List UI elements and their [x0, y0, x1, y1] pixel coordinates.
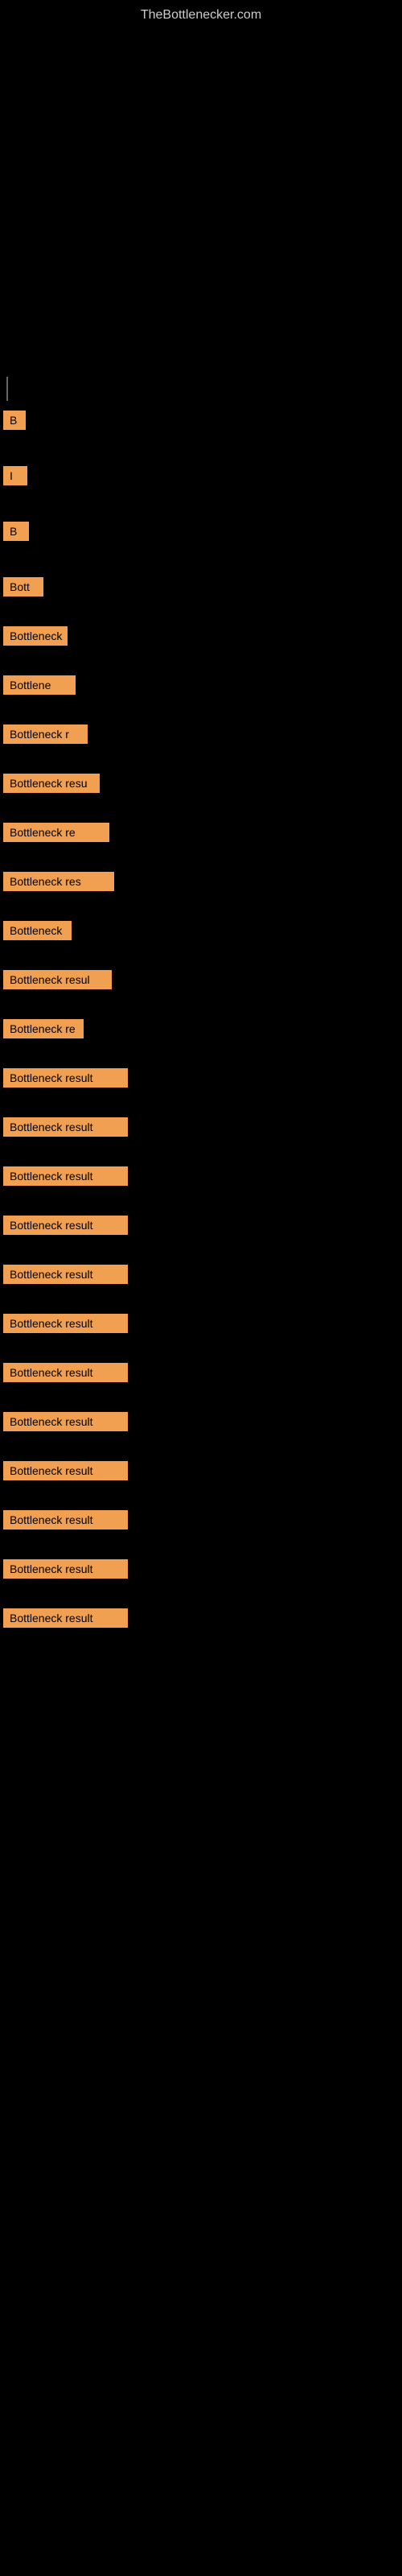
bottleneck-badge[interactable]: Bottleneck result [3, 1559, 128, 1579]
bottleneck-badge[interactable]: Bottleneck result [3, 1314, 128, 1333]
list-item: Bottlene [3, 669, 402, 705]
list-item: Bottleneck r [3, 718, 402, 754]
bottleneck-badge[interactable]: Bott [3, 577, 43, 597]
bottleneck-badge[interactable]: Bottleneck result [3, 1510, 128, 1530]
list-item: Bottleneck re [3, 1013, 402, 1049]
bottleneck-badge[interactable]: I [3, 466, 27, 485]
bottleneck-badge[interactable]: Bottleneck result [3, 1412, 128, 1431]
bottleneck-badge[interactable]: Bottlene [3, 675, 76, 695]
bottleneck-list: B I B Bott Bottleneck Bottlene Bottleneck r Bot… [0, 31, 402, 1643]
bottleneck-badge[interactable]: Bottleneck result [3, 1117, 128, 1137]
bottleneck-badge[interactable]: Bottleneck result [3, 1265, 128, 1284]
bottleneck-badge[interactable]: Bottleneck res [3, 872, 114, 891]
bottleneck-badge[interactable]: Bottleneck result [3, 1461, 128, 1480]
list-item: Bottleneck result [3, 1209, 402, 1245]
list-item: Bottleneck result [3, 1160, 402, 1196]
list-item: Bottleneck result [3, 1356, 402, 1393]
bottleneck-badge[interactable]: Bottleneck result [3, 1363, 128, 1382]
bottleneck-badge[interactable]: Bottleneck [3, 626, 68, 646]
list-item: Bottleneck re [3, 816, 402, 852]
bottleneck-badge[interactable]: Bottleneck [3, 921, 72, 940]
list-item: Bottleneck result [3, 1406, 402, 1442]
bottleneck-badge[interactable]: Bottleneck r [3, 724, 88, 744]
list-item: B [3, 404, 402, 440]
bottleneck-badge[interactable]: B [3, 522, 29, 541]
bottleneck-badge[interactable]: Bottleneck re [3, 823, 109, 842]
list-item: Bottleneck result [3, 1553, 402, 1589]
bottleneck-badge[interactable]: Bottleneck result [3, 1166, 128, 1186]
vertical-line [6, 377, 8, 401]
list-item: Bottleneck result [3, 1602, 402, 1638]
list-item: B [3, 515, 402, 551]
site-title: TheBottlenecker.com [0, 0, 402, 31]
bottleneck-badge[interactable]: B [3, 411, 26, 430]
bottleneck-badge[interactable]: Bottleneck resu [3, 774, 100, 793]
list-item: Bottleneck result [3, 1111, 402, 1147]
bottleneck-badge[interactable]: Bottleneck resul [3, 970, 112, 989]
list-item: Bott [3, 571, 402, 607]
list-item: Bottleneck result [3, 1258, 402, 1294]
list-item: Bottleneck result [3, 1307, 402, 1344]
list-item: Bottleneck resu [3, 767, 402, 803]
list-item: Bottleneck [3, 914, 402, 951]
bottleneck-badge[interactable]: Bottleneck result [3, 1608, 128, 1628]
list-item: I [3, 460, 402, 496]
list-item: Bottleneck result [3, 1504, 402, 1540]
list-item: Bottleneck result [3, 1455, 402, 1491]
bottleneck-badge[interactable]: Bottleneck result [3, 1068, 128, 1088]
bottleneck-badge[interactable]: Bottleneck re [3, 1019, 84, 1038]
list-item: Bottleneck res [3, 865, 402, 902]
bottleneck-badge[interactable]: Bottleneck result [3, 1216, 128, 1235]
list-item: Bottleneck result [3, 1062, 402, 1098]
list-item: Bottleneck [3, 620, 402, 656]
list-item: Bottleneck resul [3, 964, 402, 1000]
